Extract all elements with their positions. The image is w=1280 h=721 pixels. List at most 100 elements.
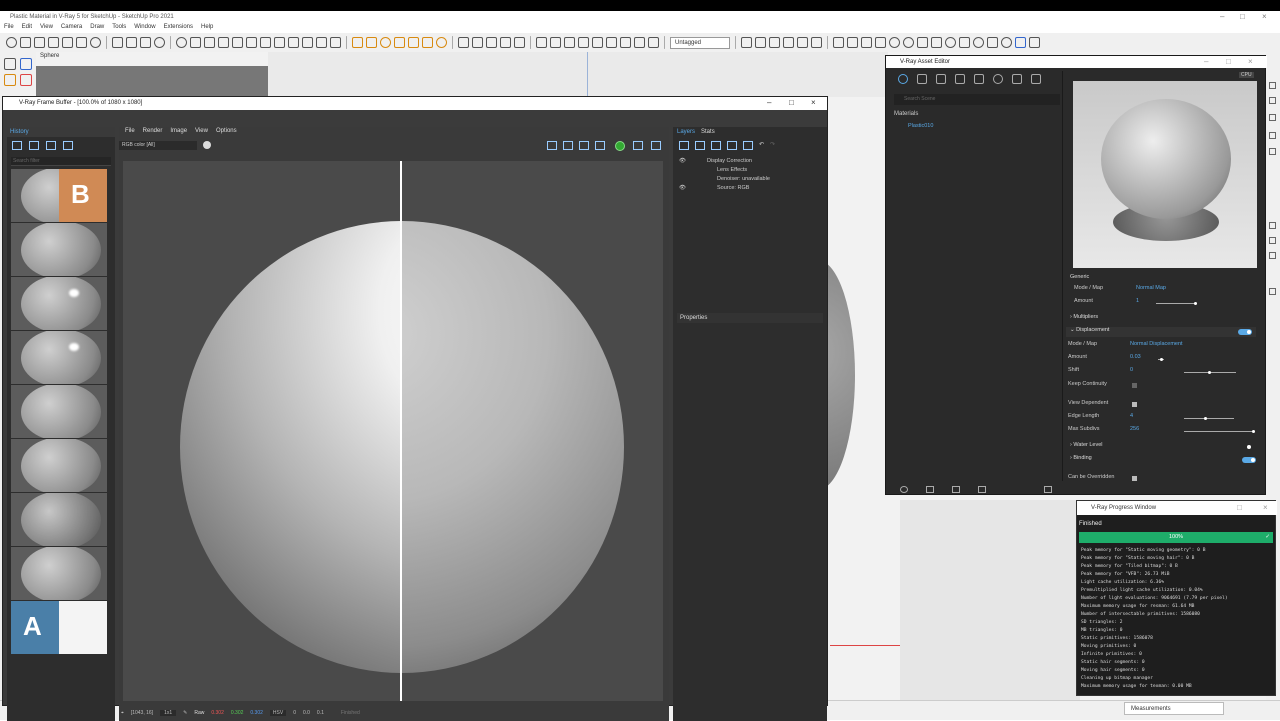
monochrome-icon[interactable] — [648, 37, 659, 48]
axes-icon[interactable] — [408, 37, 419, 48]
save-layers-icon[interactable] — [711, 141, 721, 150]
tab-stats[interactable]: Stats — [701, 129, 715, 135]
smoove-icon[interactable] — [847, 37, 858, 48]
offset-icon[interactable] — [330, 37, 341, 48]
maximize-icon[interactable]: □ — [1226, 57, 1231, 66]
model-info-icon[interactable] — [154, 37, 165, 48]
slider-knob[interactable] — [1194, 302, 1197, 305]
layer-source-rgb[interactable]: 👁 Source: RGB — [677, 184, 823, 193]
scene-search-input[interactable]: Search Scene — [894, 94, 1060, 105]
history-thumbnail[interactable] — [11, 493, 107, 546]
rotate-icon[interactable] — [302, 37, 313, 48]
tab-layers[interactable]: Layers — [677, 129, 695, 135]
history-tab[interactable]: History — [7, 127, 115, 137]
move-icon[interactable] — [288, 37, 299, 48]
open-folder-icon[interactable] — [926, 486, 934, 493]
outer-shell-icon[interactable] — [973, 37, 984, 48]
paint-bucket-icon[interactable] — [204, 37, 215, 48]
section-water-level[interactable]: › Water Level — [1066, 442, 1256, 452]
tool-icon[interactable] — [1269, 82, 1276, 89]
redo-icon[interactable] — [126, 37, 137, 48]
bump-mode-select[interactable]: Normal Map — [1136, 285, 1166, 291]
render-canvas[interactable] — [123, 161, 663, 701]
push-pull-icon[interactable] — [274, 37, 285, 48]
flip-edge-icon[interactable] — [903, 37, 914, 48]
solid-union-icon[interactable] — [917, 37, 928, 48]
tool-icon[interactable] — [1269, 222, 1276, 229]
render-teapot-icon[interactable] — [651, 141, 661, 150]
line-icon[interactable] — [232, 37, 243, 48]
tool-icon[interactable] — [1269, 97, 1276, 104]
maximize-icon[interactable]: □ — [1240, 12, 1245, 21]
drape-icon[interactable] — [875, 37, 886, 48]
history-thumbnail[interactable]: B — [11, 169, 107, 222]
extension-warehouse-icon[interactable] — [550, 37, 561, 48]
make-component-icon[interactable] — [190, 37, 201, 48]
orbit-icon[interactable] — [458, 37, 469, 48]
save-history-icon[interactable] — [12, 141, 22, 150]
pan-icon[interactable] — [472, 37, 483, 48]
menu-camera[interactable]: Camera — [61, 24, 82, 33]
dimension-icon[interactable] — [366, 37, 377, 48]
hidden-line-icon[interactable] — [606, 37, 617, 48]
minimize-icon[interactable]: – — [1204, 57, 1208, 66]
erase-icon[interactable] — [90, 37, 101, 48]
menu-window[interactable]: Window — [134, 24, 155, 33]
menu-draw[interactable]: Draw — [90, 24, 104, 33]
open-icon[interactable] — [20, 37, 31, 48]
view-dependent-checkbox[interactable] — [1132, 402, 1137, 407]
displacement-mode-select[interactable]: Normal Displacement — [1130, 341, 1183, 347]
keep-continuity-checkbox[interactable] — [1132, 383, 1137, 388]
materials-icon[interactable] — [898, 74, 908, 84]
shaded-textures-icon[interactable] — [634, 37, 645, 48]
vray-render-icon[interactable] — [1029, 37, 1040, 48]
menu-extensions[interactable]: Extensions — [164, 24, 193, 33]
binding-toggle[interactable] — [1242, 457, 1256, 463]
slider-knob[interactable] — [1208, 371, 1211, 374]
stop-render-icon[interactable] — [633, 141, 643, 150]
displacement-toggle[interactable] — [1238, 329, 1252, 335]
menu-edit[interactable]: Edit — [22, 24, 32, 33]
vray-asset-editor-icon[interactable] — [1015, 37, 1026, 48]
purge-icon[interactable] — [1044, 486, 1052, 493]
vfb-menu-file[interactable]: File — [125, 128, 135, 136]
history-thumbnail[interactable] — [11, 547, 107, 600]
cpu-toggle[interactable]: CPU — [1239, 72, 1254, 78]
max-subdivs-slider[interactable] — [1184, 430, 1255, 433]
slider-knob[interactable] — [1160, 358, 1163, 361]
lights-icon[interactable] — [917, 74, 927, 84]
tool-icon[interactable] — [1269, 252, 1276, 259]
copy-icon[interactable] — [62, 37, 73, 48]
layer-denoiser[interactable]: Denoiser: unavailable — [677, 175, 823, 184]
shift-value[interactable]: 0 — [1130, 367, 1133, 373]
tool-icon[interactable] — [1269, 237, 1276, 244]
menu-file[interactable]: File — [4, 24, 14, 33]
eraser-icon[interactable] — [218, 37, 229, 48]
scale-icon[interactable] — [316, 37, 327, 48]
history-thumbnail[interactable] — [11, 439, 107, 492]
back-view-icon[interactable] — [797, 37, 808, 48]
render-elements-icon[interactable] — [974, 74, 984, 84]
solid-trim-icon[interactable] — [945, 37, 956, 48]
eraser-tool-icon[interactable] — [20, 74, 32, 86]
back-edges-icon[interactable] — [578, 37, 589, 48]
shaded-icon[interactable] — [620, 37, 631, 48]
stamp-icon[interactable] — [861, 37, 872, 48]
water-level-toggle[interactable] — [1238, 444, 1252, 450]
new-icon[interactable] — [6, 37, 17, 48]
arc-icon[interactable] — [246, 37, 257, 48]
solid-tools-icon[interactable] — [1001, 37, 1012, 48]
solid-subtract-icon[interactable] — [931, 37, 942, 48]
close-icon[interactable]: × — [811, 98, 816, 107]
select-arrow-icon[interactable] — [4, 58, 16, 70]
minimize-icon[interactable]: – — [767, 98, 771, 107]
expand-icon[interactable]: ⌄ — [1070, 327, 1075, 333]
section-plane-icon[interactable] — [436, 37, 447, 48]
bump-amount-slider[interactable] — [1156, 302, 1197, 305]
layer-display-correction[interactable]: 👁 Display Correction — [677, 157, 823, 166]
protractor-icon[interactable] — [380, 37, 391, 48]
edge-length-value[interactable]: 4 — [1130, 413, 1133, 419]
warehouse-icon[interactable] — [536, 37, 547, 48]
interactive-render-icon[interactable] — [595, 141, 605, 150]
close-icon[interactable]: × — [1263, 503, 1268, 512]
